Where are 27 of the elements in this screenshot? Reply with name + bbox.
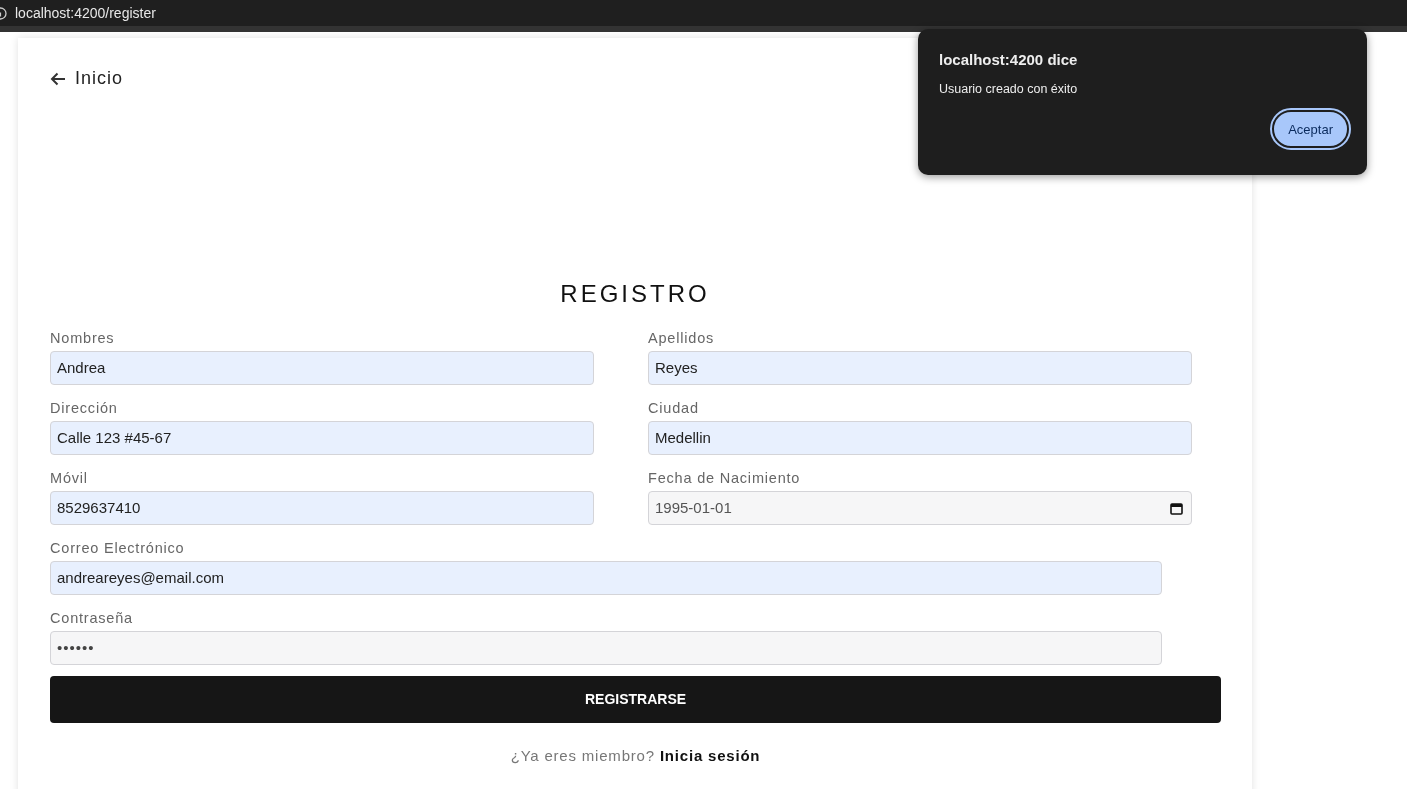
member-prompt: ¿Ya eres miembro? [510, 746, 655, 764]
field-label: Apellidos [648, 329, 716, 347]
date-field[interactable]: 1995-01-01 [648, 490, 1192, 525]
accept-button[interactable]: Aceptar [1272, 110, 1349, 148]
login-link[interactable]: Inicia sesión [659, 746, 761, 764]
text-field[interactable]: Reyes [648, 350, 1192, 385]
field-label: Dirección [50, 399, 119, 417]
text-field[interactable]: Calle 123 #45-67 [50, 420, 594, 455]
field-label: Fecha de Nacimiento [648, 469, 802, 487]
form-title: REGISTRO [559, 279, 711, 308]
dialog-title: localhost:4200 dice [939, 51, 1079, 68]
text-field[interactable]: Medellin [648, 420, 1192, 455]
password-field[interactable]: •••••• [50, 630, 1162, 665]
field-label: Nombres [50, 329, 116, 347]
dialog-message: Usuario creado con éxito [939, 82, 1079, 96]
text-field[interactable]: andreareyes@email.com [50, 560, 1162, 595]
field-label: Móvil [50, 469, 89, 487]
text-field[interactable]: 8529637410 [50, 490, 594, 525]
arrow-left-icon [50, 71, 66, 86]
address-bar-url[interactable]: localhost:4200/register [15, 5, 156, 21]
field-label: Contraseña [50, 609, 134, 627]
text-field[interactable]: Andrea [50, 350, 594, 385]
register-button[interactable]: REGISTRARSE [50, 675, 1221, 723]
field-label: Correo Electrónico [50, 539, 186, 557]
calendar-icon[interactable] [1170, 501, 1183, 515]
field-label: Ciudad [648, 399, 700, 417]
back-link[interactable]: Inicio [50, 68, 124, 89]
